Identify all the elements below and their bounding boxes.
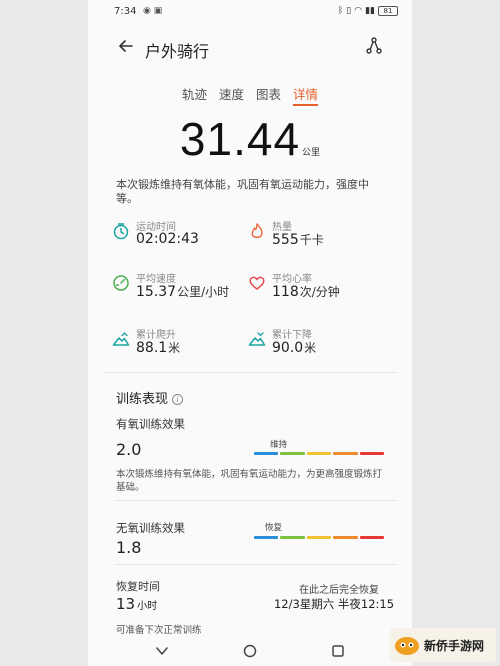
vibrate-icon: ▯	[346, 6, 352, 16]
clock-icon	[113, 223, 129, 240]
training-section-title: 训练表现 i	[116, 388, 184, 407]
distance-value: 31.44	[179, 113, 301, 165]
aerobic-value: 2.0	[116, 440, 142, 459]
metric-value: 02:02:43	[136, 231, 200, 247]
speedometer-icon	[113, 275, 129, 291]
aerobic-label: 有氧训练效果	[116, 417, 185, 431]
metric-duration: 运动时间 02:02:43	[112, 218, 252, 254]
metric-number: 555	[272, 232, 299, 248]
scale-segment	[306, 536, 332, 539]
anaerobic-label: 无氧训练效果	[116, 521, 185, 535]
tab-charts[interactable]: 图表	[256, 84, 281, 106]
back-arrow-icon[interactable]	[116, 36, 136, 56]
aerobic-scale	[254, 452, 385, 455]
row-divider	[116, 564, 396, 565]
nav-recents-icon[interactable]	[329, 642, 347, 660]
recovery-note: 可准备下次正常训练	[116, 625, 202, 636]
flame-icon	[251, 223, 263, 238]
tab-bar: 轨迹 速度 图表 详情	[88, 84, 412, 106]
metric-unit: 米	[304, 341, 317, 355]
scale-segment	[280, 452, 305, 455]
metric-number: 15.37	[136, 284, 177, 300]
scale-segment	[333, 536, 358, 539]
metric-unit: 次/分钟	[299, 285, 340, 299]
aerobic-description: 本次锻炼维持有氧体能，巩固有氧运动能力，为更高强度锻炼打基础。	[116, 469, 383, 493]
wifi-icon: ◠	[354, 6, 363, 16]
notification-icons: ◉ ▣	[143, 6, 163, 16]
bluetooth-icon: ᛒ	[337, 6, 344, 16]
metric-avg-speed: 平均速度 15.37公里/小时	[112, 270, 252, 306]
nav-back-icon[interactable]	[153, 642, 171, 660]
tab-speed[interactable]: 速度	[219, 84, 244, 106]
scale-segment	[359, 536, 385, 539]
recovery-unit: 小时	[137, 601, 158, 612]
metric-number: 118	[272, 284, 299, 300]
anaerobic-value: 1.8	[116, 538, 142, 557]
recovery-until-time: 12/3星期六 半夜12:15	[273, 597, 395, 611]
app-header: 户外骑行	[88, 30, 412, 70]
mountain-up-icon	[112, 332, 130, 346]
section-divider	[104, 372, 396, 373]
recovery-number: 13	[116, 595, 136, 613]
row-divider	[116, 500, 396, 501]
metric-value: 118次/分钟	[272, 283, 340, 300]
scale-segment	[254, 452, 279, 455]
metric-number: 90.0	[272, 340, 304, 356]
status-bar: 7:34 ◉ ▣ ᛒ ▯ ◠ ▮▮ 81	[88, 0, 412, 24]
signal-icon: ▮▮	[365, 6, 375, 16]
distance-display: 31.44 公里	[88, 112, 412, 166]
metric-value: 90.0米	[272, 339, 316, 356]
watermark: 新侨手游网	[390, 628, 496, 662]
distance-unit: 公里	[302, 148, 321, 158]
info-icon[interactable]: i	[172, 394, 184, 405]
watermark-text: 新侨手游网	[424, 638, 485, 653]
workout-summary: 本次锻炼维持有氧体能，巩固有氧运动能力，强度中等。	[116, 178, 369, 205]
route-share-icon[interactable]	[364, 36, 384, 56]
metric-unit: 米	[168, 341, 181, 355]
system-nav-bar	[88, 636, 412, 666]
tab-track[interactable]: 轨迹	[182, 84, 207, 106]
anaerobic-marker: 恢复	[265, 523, 283, 533]
metric-value: 15.37公里/小时	[136, 283, 229, 300]
page-title: 户外骑行	[145, 42, 210, 61]
scale-segment	[280, 536, 305, 539]
metric-number: 02:02:43	[136, 231, 199, 247]
battery-icon: 81	[378, 6, 398, 16]
watermark-logo-icon	[395, 637, 419, 655]
scale-segment	[359, 452, 385, 455]
scale-segment	[306, 452, 332, 455]
metric-unit: 千卡	[299, 233, 324, 247]
phone-screen: 7:34 ◉ ▣ ᛒ ▯ ◠ ▮▮ 81 户外骑行 轨迹 速度 图表 详情 31…	[88, 0, 412, 666]
metric-number: 88.1	[136, 340, 168, 356]
recovery-until-label: 在此之后完全恢复	[299, 585, 379, 596]
metric-total-ascent: 累计爬升 88.1米	[112, 326, 252, 362]
metric-avg-heart-rate: 平均心率 118次/分钟	[248, 270, 388, 306]
training-title-text: 训练表现	[116, 392, 169, 407]
tab-details[interactable]: 详情	[293, 84, 319, 106]
metric-value: 88.1米	[136, 339, 180, 356]
metric-value: 555千卡	[272, 231, 324, 248]
metric-calories: 热量 555千卡	[248, 218, 388, 254]
heart-icon	[249, 276, 265, 290]
scale-segment	[254, 536, 279, 539]
anaerobic-scale	[254, 536, 385, 539]
metric-unit: 公里/小时	[177, 285, 230, 299]
mountain-down-icon	[248, 332, 266, 346]
recovery-value: 13 小时	[116, 595, 157, 613]
status-icons: ᛒ ▯ ◠ ▮▮ 81	[338, 6, 398, 16]
metric-total-descent: 累计下降 90.0米	[248, 326, 388, 362]
nav-home-icon[interactable]	[241, 642, 259, 660]
recovery-label: 恢复时间	[116, 580, 160, 593]
aerobic-marker: 维持	[270, 440, 288, 450]
scale-segment	[333, 452, 358, 455]
status-time: 7:34	[114, 6, 137, 17]
